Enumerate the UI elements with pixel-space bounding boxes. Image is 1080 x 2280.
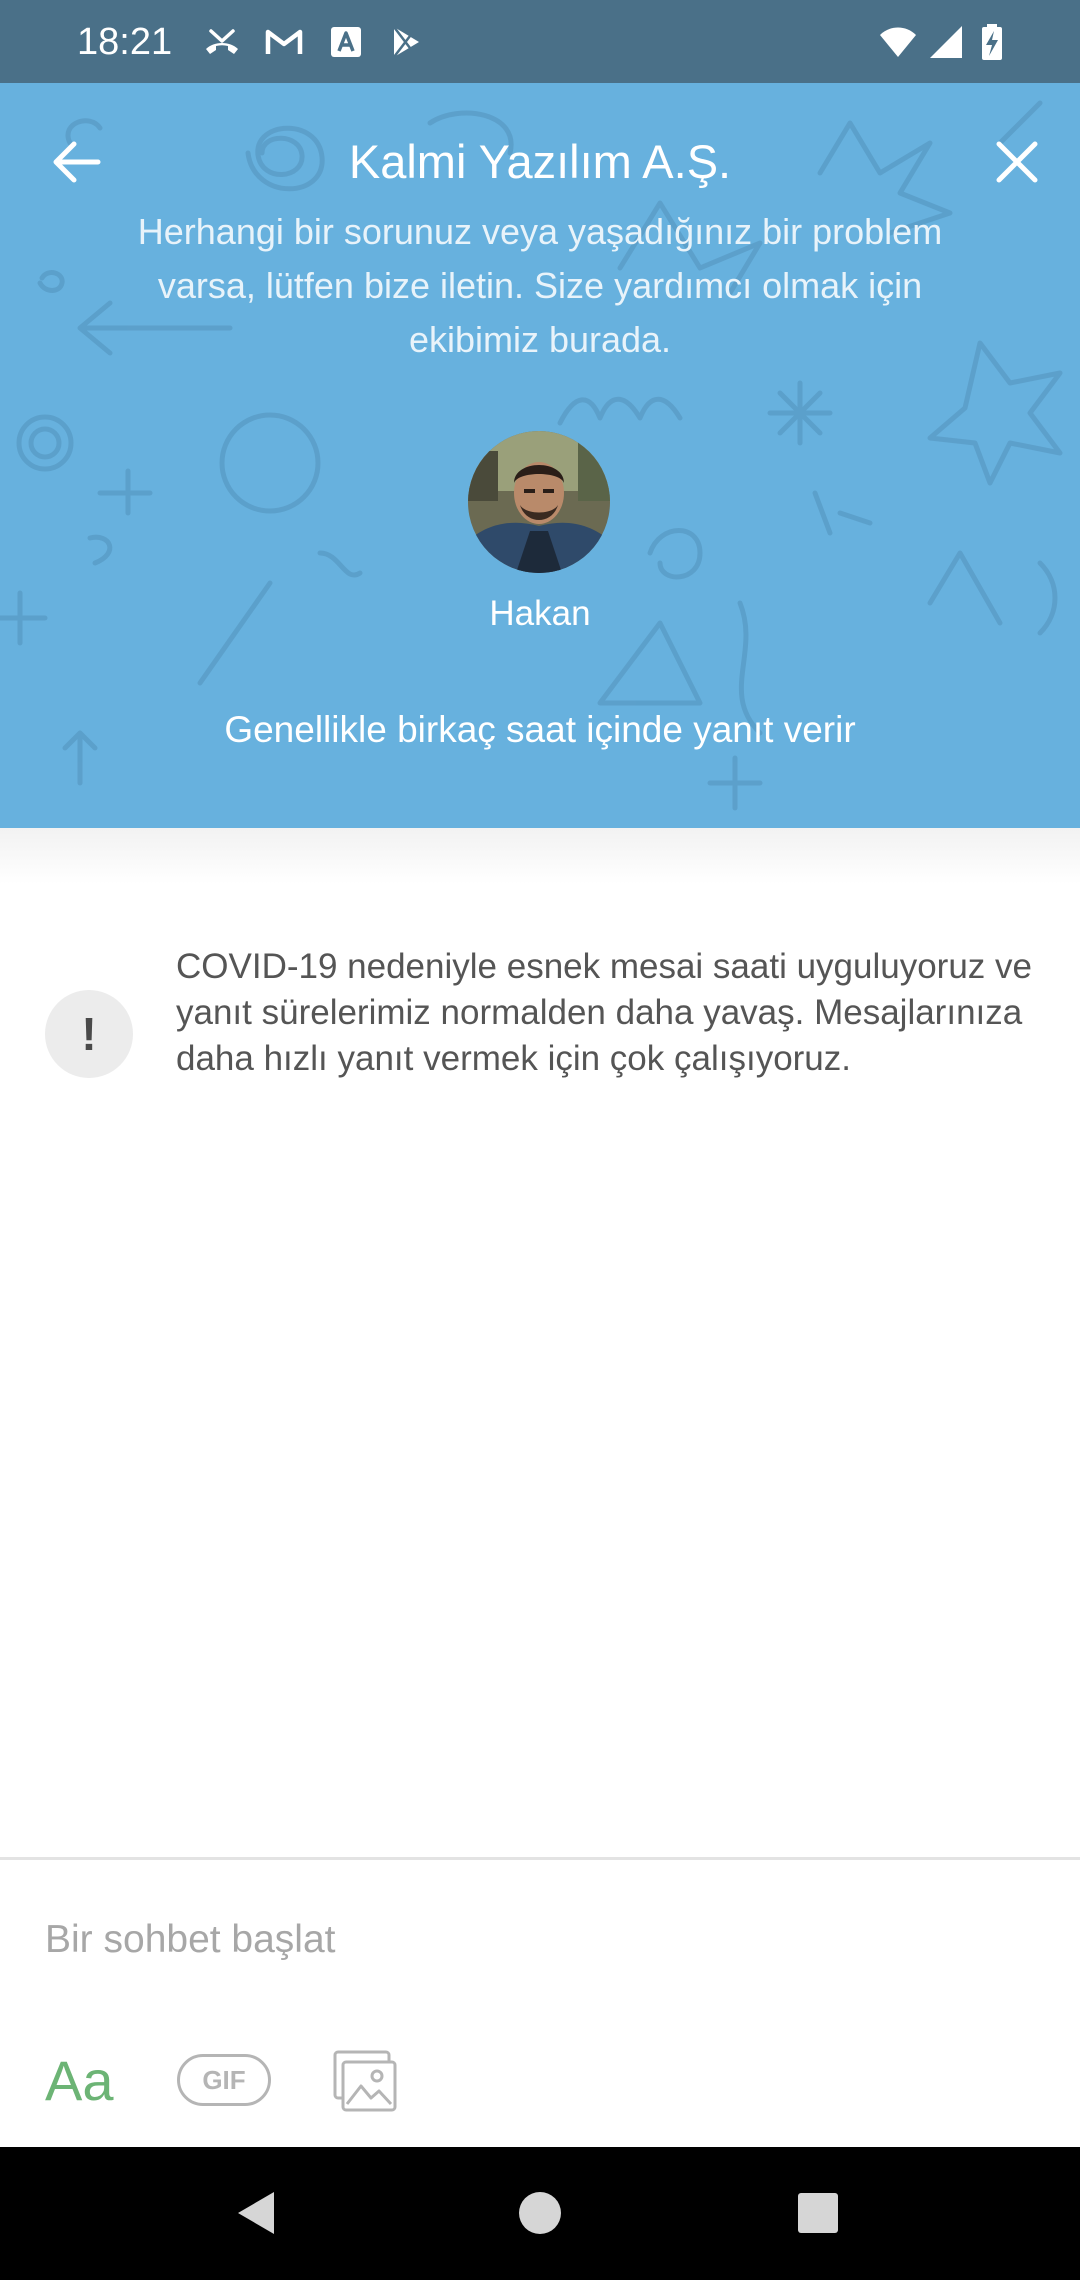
app-store-icon — [326, 22, 366, 62]
chat-header: Kalmi Yazılım A.Ş. Herhangi bir sorunuz … — [0, 83, 1080, 828]
play-store-icon — [386, 22, 426, 62]
close-icon[interactable] — [982, 127, 1052, 197]
recents-square-icon[interactable] — [785, 2180, 851, 2246]
wifi-icon — [878, 22, 918, 62]
navigation-bar — [0, 2147, 1080, 2280]
avatar — [468, 431, 610, 573]
gmail-icon — [264, 22, 304, 62]
header-subtitle: Herhangi bir sorunuz veya yaşadığınız bi… — [137, 211, 943, 360]
status-bar: 18:21 — [0, 0, 1080, 83]
status-time: 18:21 — [77, 21, 173, 63]
response-time-text: Genellikle birkaç saat içinde yanıt veri… — [224, 709, 856, 750]
text-format-button[interactable]: Aa — [45, 2046, 121, 2116]
message-input[interactable] — [45, 1912, 1035, 1968]
exclamation-icon: ! — [45, 990, 133, 1078]
header-shadow — [0, 828, 1080, 884]
battery-charging-icon — [972, 22, 1012, 62]
image-gallery-icon[interactable] — [331, 2048, 399, 2114]
cellular-signal-icon — [926, 22, 966, 62]
home-circle-icon[interactable] — [507, 2180, 573, 2246]
gif-button[interactable]: GIF — [177, 2054, 271, 2106]
covid-notice-text: COVID-19 nedeniyle esnek mesai saati uyg… — [176, 947, 1032, 1078]
page-title: Kalmi Yazılım A.Ş. — [348, 135, 732, 188]
back-triangle-icon[interactable] — [226, 2180, 292, 2246]
composer-divider — [0, 1857, 1080, 1860]
missed-call-icon — [202, 22, 242, 62]
agent-name: Hakan — [489, 594, 591, 633]
